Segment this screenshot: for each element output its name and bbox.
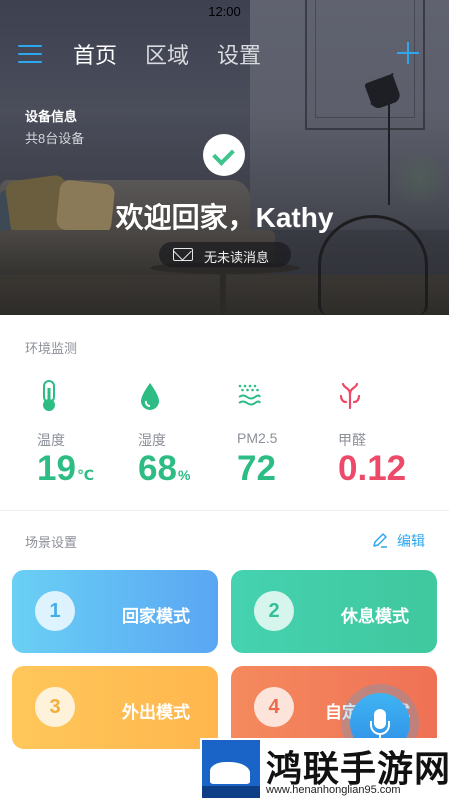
top-nav: 首页 区域 设置 bbox=[0, 36, 449, 72]
messages-status: 无未读消息 bbox=[204, 250, 270, 265]
water-drop-icon bbox=[141, 383, 159, 410]
env-temperature-unit: ℃ bbox=[76, 467, 94, 483]
device-count[interactable]: 共8台设备 bbox=[25, 128, 84, 147]
envelope-icon bbox=[173, 248, 193, 261]
env-pm25-value: 72 bbox=[237, 449, 276, 488]
device-info-title[interactable]: 设备信息 bbox=[25, 106, 77, 125]
tab-settings[interactable]: 设置 bbox=[217, 38, 261, 70]
env-humidity-unit: % bbox=[177, 467, 191, 483]
scene-card-away[interactable]: 3 外出模式 bbox=[12, 666, 218, 749]
env-humidity-value: 68% bbox=[138, 449, 191, 488]
plus-icon[interactable] bbox=[397, 42, 419, 64]
environment-section-title: 环境监测 bbox=[25, 341, 78, 356]
scene-card-home[interactable]: 1 回家模式 bbox=[12, 570, 218, 653]
air-wave-icon bbox=[238, 384, 261, 406]
messages-button[interactable]: 无未读消息 bbox=[159, 242, 291, 267]
tab-home[interactable]: 首页 bbox=[73, 38, 117, 70]
welcome-message: 欢迎回家，Kathy bbox=[115, 202, 334, 233]
env-formaldehyde-value: 0.12 bbox=[338, 449, 407, 488]
pencil-icon bbox=[373, 533, 387, 548]
thermometer-icon bbox=[43, 380, 55, 411]
section-divider bbox=[0, 510, 449, 511]
background-lamp-stand bbox=[388, 95, 390, 205]
tab-area[interactable]: 区域 bbox=[145, 38, 189, 70]
env-temperature-label: 温度 bbox=[37, 432, 65, 448]
env-temperature-value: 19℃ bbox=[37, 449, 94, 488]
env-pm25-label: PM2.5 bbox=[237, 430, 278, 446]
scene-label: 外出模式 bbox=[122, 703, 190, 722]
env-temperature[interactable]: 温度 19℃ bbox=[37, 380, 137, 490]
env-pm25[interactable]: PM2.5 72 bbox=[237, 380, 337, 490]
env-formaldehyde[interactable]: 甲醛 0.12 bbox=[338, 380, 438, 490]
background-table-leg bbox=[220, 270, 226, 315]
check-icon bbox=[203, 134, 245, 176]
env-formaldehyde-label: 甲醛 bbox=[338, 432, 366, 448]
scene-section-title: 场景设置 bbox=[25, 535, 78, 550]
hamburger-menu-icon[interactable] bbox=[18, 45, 42, 63]
env-humidity-label: 湿度 bbox=[138, 432, 166, 448]
scene-label: 休息模式 bbox=[341, 607, 409, 626]
env-humidity[interactable]: 湿度 68% bbox=[138, 380, 238, 490]
watermark: 鸿联手游网 www.henanhonglian95.com bbox=[200, 738, 449, 800]
watermark-url: www.henanhonglian95.com bbox=[266, 784, 401, 796]
watermark-logo bbox=[202, 740, 260, 798]
scene-label: 回家模式 bbox=[122, 607, 190, 626]
scene-number: 1 bbox=[35, 591, 75, 631]
scene-number: 4 bbox=[254, 687, 294, 727]
scene-number: 2 bbox=[254, 591, 294, 631]
scene-card-rest[interactable]: 2 休息模式 bbox=[231, 570, 437, 653]
edit-label: 编辑 bbox=[397, 533, 425, 549]
status-bar-time: 12:00 bbox=[208, 4, 241, 19]
formaldehyde-icon bbox=[339, 382, 361, 410]
scene-number: 3 bbox=[35, 687, 75, 727]
